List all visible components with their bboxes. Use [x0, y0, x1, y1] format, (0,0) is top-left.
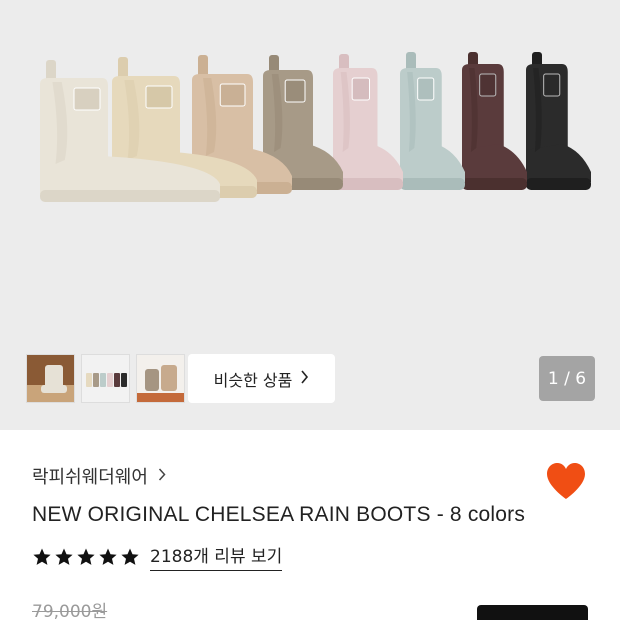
- heart-icon[interactable]: [545, 461, 587, 501]
- thumbnail-1[interactable]: [26, 354, 75, 403]
- image-pager: 1 / 6: [539, 356, 595, 401]
- star-icon: [55, 548, 73, 565]
- boot-mint: [400, 52, 465, 190]
- boot-black: [526, 52, 591, 190]
- boot-burgundy: [462, 52, 527, 190]
- star-icon: [99, 548, 117, 565]
- chevron-right-icon: [158, 466, 166, 486]
- boot-pink: [333, 54, 403, 190]
- review-link[interactable]: 2188개 리뷰 보기: [150, 542, 283, 571]
- product-image: [40, 52, 591, 202]
- star-icon: [121, 548, 139, 565]
- thumbnail-3[interactable]: [136, 354, 185, 403]
- brand-link[interactable]: 락피쉬웨더웨어: [32, 463, 166, 489]
- similar-products-button[interactable]: 비슷한 상품: [188, 354, 335, 403]
- original-price: 79,000원: [32, 602, 108, 620]
- similar-products-label: 비슷한 상품: [213, 370, 293, 390]
- chevron-right-icon: [300, 369, 309, 388]
- rating-row: 2188개 리뷰 보기: [32, 542, 283, 571]
- star-icon: [33, 548, 51, 565]
- thumbnail-2[interactable]: [81, 354, 130, 403]
- thumbnail-strip: [26, 354, 185, 403]
- buy-button[interactable]: [477, 605, 588, 620]
- star-icon: [77, 548, 95, 565]
- star-rating: [32, 547, 140, 567]
- product-image-gallery[interactable]: 비슷한 상품 1 / 6: [0, 0, 620, 430]
- brand-name: 락피쉬웨더웨어: [32, 467, 148, 488]
- product-title: NEW ORIGINAL CHELSEA RAIN BOOTS - 8 colo…: [32, 503, 526, 526]
